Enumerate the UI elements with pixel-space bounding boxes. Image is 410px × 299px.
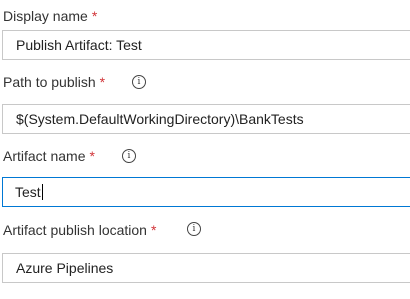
path-to-publish-input[interactable]: $(System.DefaultWorkingDirectory)\BankTe… <box>2 104 410 134</box>
display-name-value: Publish Artifact: Test <box>16 37 142 53</box>
artifact-publish-location-value: Azure Pipelines <box>16 260 114 276</box>
info-icon[interactable]: i <box>122 149 136 163</box>
path-to-publish-label-row: Path to publish * <box>3 72 105 92</box>
info-icon[interactable]: i <box>132 75 146 89</box>
artifact-publish-location-label: Artifact publish location <box>3 222 147 238</box>
required-marker: * <box>91 8 98 24</box>
artifact-name-label: Artifact name <box>3 148 86 164</box>
artifact-name-input[interactable]: Test <box>2 177 410 207</box>
artifact-name-label-row: Artifact name * <box>3 146 95 166</box>
required-marker: * <box>150 222 157 238</box>
info-icon[interactable]: i <box>187 222 201 236</box>
required-marker: * <box>89 148 95 164</box>
display-name-label-row: Display name * <box>3 6 97 26</box>
path-to-publish-value: $(System.DefaultWorkingDirectory)\BankTe… <box>16 111 304 127</box>
artifact-publish-location-label-row: Artifact publish location * <box>3 220 156 240</box>
display-name-label: Display name <box>3 8 88 24</box>
artifact-publish-location-select[interactable]: Azure Pipelines <box>2 253 410 283</box>
artifact-name-value: Test <box>15 184 41 200</box>
required-marker: * <box>99 74 106 90</box>
display-name-input[interactable]: Publish Artifact: Test <box>2 30 410 60</box>
text-caret <box>41 184 43 200</box>
path-to-publish-label: Path to publish <box>3 74 96 90</box>
